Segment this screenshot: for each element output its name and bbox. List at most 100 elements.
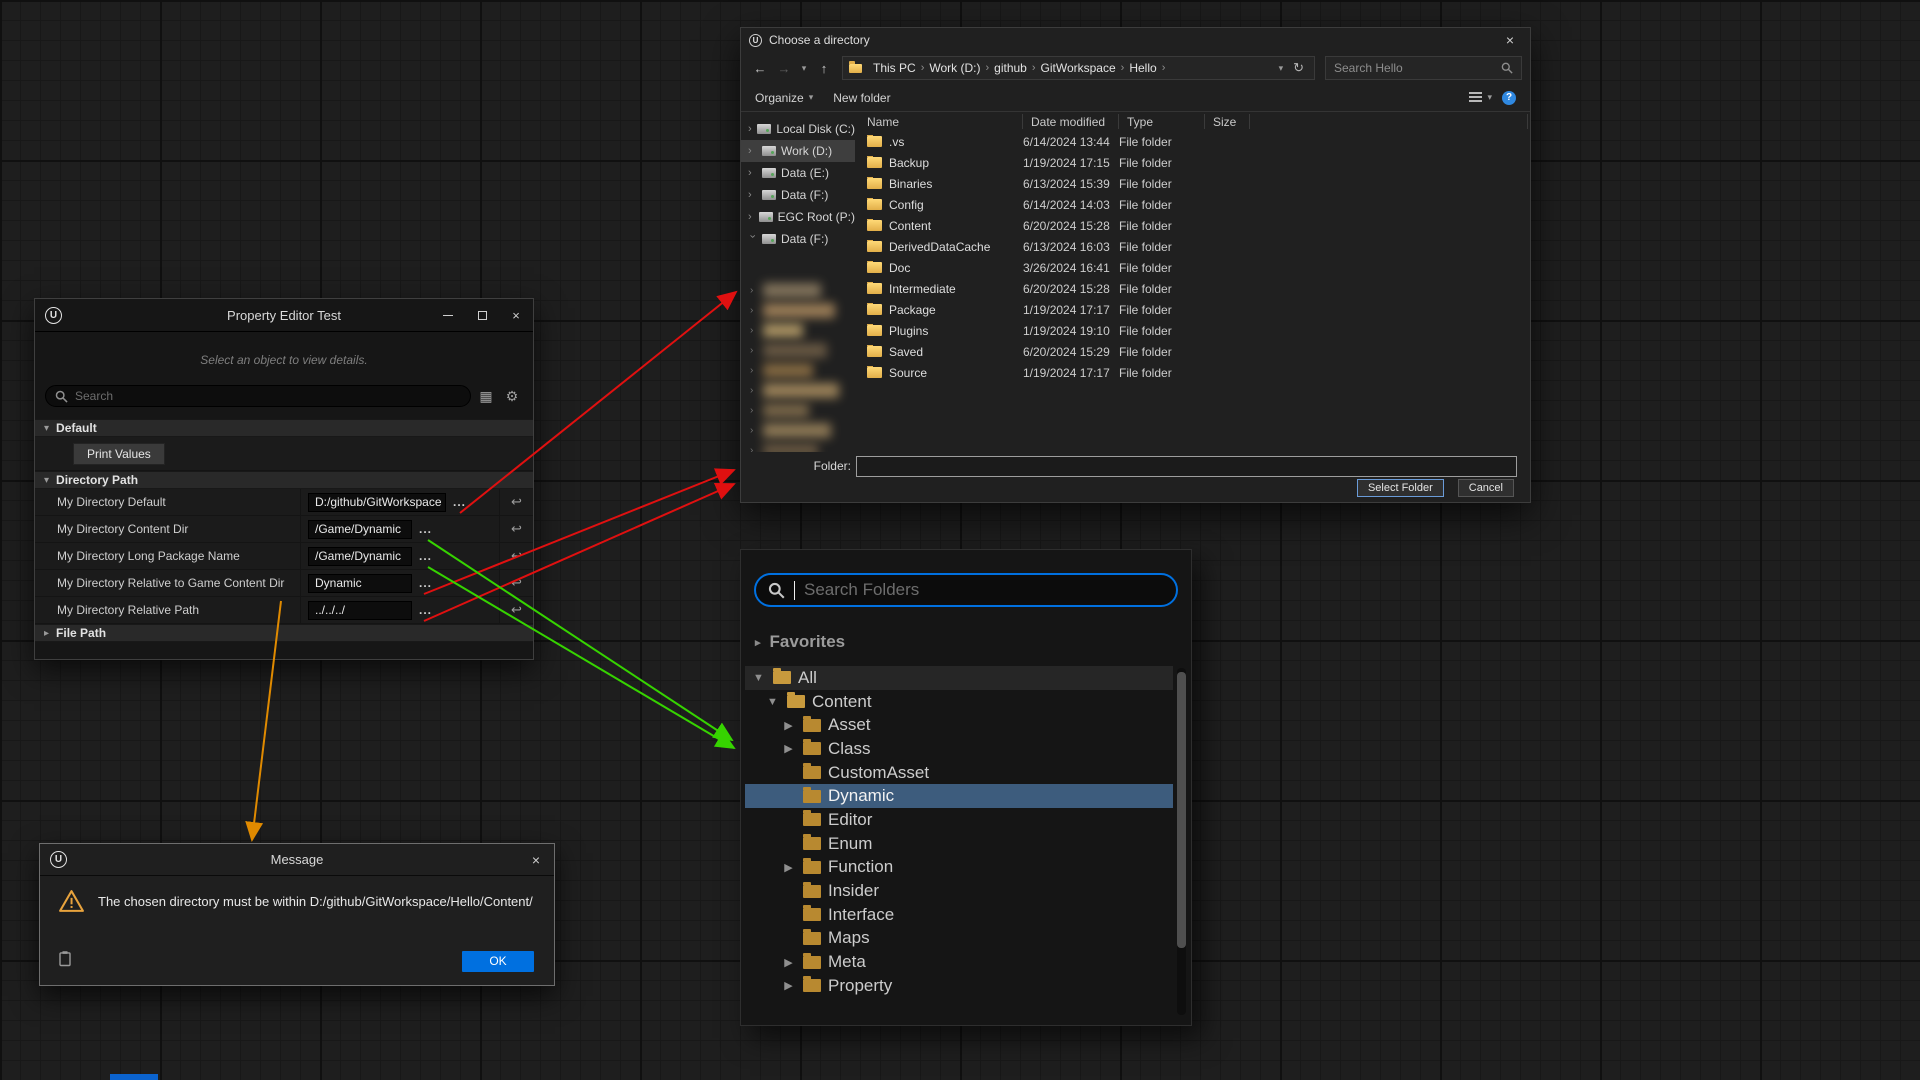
- file-row[interactable]: Plugins 1/19/2024 19:10 File folder: [859, 320, 1528, 341]
- folder-tree-item[interactable]: Editor: [745, 808, 1173, 832]
- expander-arrow-icon[interactable]: [781, 742, 796, 755]
- browse-ellipsis-button[interactable]: ...: [419, 549, 432, 563]
- file-row[interactable]: DerivedDataCache 6/13/2024 16:03 File fo…: [859, 236, 1528, 257]
- folder-name-input[interactable]: [856, 456, 1517, 477]
- column-header-date[interactable]: Date modified: [1023, 114, 1119, 129]
- breadcrumb-segment[interactable]: This PC: [868, 61, 921, 75]
- column-header-size[interactable]: Size: [1205, 114, 1250, 129]
- reset-to-default-button[interactable]: ↩: [499, 489, 533, 515]
- folder-tree-item[interactable]: All: [745, 666, 1173, 690]
- reset-to-default-button[interactable]: ↩: [499, 570, 533, 596]
- file-row[interactable]: Doc 3/26/2024 16:41 File folder: [859, 257, 1528, 278]
- maximize-button[interactable]: [465, 299, 499, 332]
- drive-item[interactable]: › Local Disk (C:): [741, 118, 855, 140]
- folder-tree-item[interactable]: Meta: [745, 950, 1173, 974]
- browse-ellipsis-button[interactable]: ...: [453, 495, 466, 509]
- expander-arrow-icon[interactable]: [781, 719, 796, 732]
- settings-button[interactable]: ⚙: [501, 388, 523, 405]
- scrollbar-thumb[interactable]: [1177, 672, 1186, 948]
- scrollbar-track[interactable]: [1177, 668, 1186, 1015]
- drive-item[interactable]: › EGC Root (P:): [741, 206, 855, 228]
- column-header-name[interactable]: Name: [859, 114, 1023, 129]
- breadcrumb-segment[interactable]: github: [989, 61, 1032, 75]
- expander-arrow-icon[interactable]: [765, 696, 780, 708]
- property-value-field[interactable]: D:/github/GitWorkspace: [308, 493, 446, 512]
- expander-chevron-icon[interactable]: ›: [748, 211, 754, 223]
- file-row[interactable]: Source 1/19/2024 17:17 File folder: [859, 362, 1528, 383]
- expander-chevron-icon[interactable]: ›: [748, 189, 757, 201]
- ok-button[interactable]: OK: [462, 951, 534, 972]
- organize-menu-button[interactable]: Organize ▾: [755, 91, 813, 105]
- breadcrumb-segment[interactable]: Hello: [1124, 61, 1161, 75]
- select-folder-button[interactable]: Select Folder: [1357, 479, 1444, 497]
- property-value-field[interactable]: ../../../: [308, 601, 412, 620]
- folder-tree-item[interactable]: Insider: [745, 879, 1173, 903]
- column-header-type[interactable]: Type: [1119, 114, 1205, 129]
- browse-ellipsis-button[interactable]: ...: [419, 576, 432, 590]
- dialog-titlebar[interactable]: U Choose a directory ×: [741, 28, 1530, 52]
- search-box[interactable]: Search Hello: [1325, 56, 1522, 80]
- file-row[interactable]: Content 6/20/2024 15:28 File folder: [859, 215, 1528, 236]
- up-button[interactable]: ↑: [813, 61, 835, 76]
- forward-button[interactable]: →: [773, 61, 795, 76]
- reset-to-default-button[interactable]: ↩: [499, 543, 533, 569]
- folder-tree-item[interactable]: Class: [745, 737, 1173, 761]
- property-value-field[interactable]: Dynamic: [308, 574, 412, 593]
- reset-to-default-button[interactable]: ↩: [499, 516, 533, 542]
- file-row[interactable]: Config 6/14/2024 14:03 File folder: [859, 194, 1528, 215]
- file-row[interactable]: Backup 1/19/2024 17:15 File folder: [859, 152, 1528, 173]
- folder-tree-item[interactable]: Enum: [745, 832, 1173, 856]
- print-values-button[interactable]: Print Values: [73, 443, 165, 465]
- drive-item[interactable]: › Data (F:): [741, 228, 855, 250]
- search-input[interactable]: Search: [45, 385, 471, 407]
- help-button[interactable]: ?: [1502, 91, 1516, 105]
- refresh-button[interactable]: ↻: [1289, 60, 1308, 76]
- expander-arrow-icon[interactable]: [751, 672, 766, 684]
- property-value-field[interactable]: /Game/Dynamic: [308, 520, 412, 539]
- file-row[interactable]: Package 1/19/2024 17:17 File folder: [859, 299, 1528, 320]
- breadcrumb-segment[interactable]: GitWorkspace: [1036, 61, 1121, 75]
- file-row[interactable]: .vs 6/14/2024 13:44 File folder: [859, 131, 1528, 152]
- expander-arrow-icon[interactable]: [781, 956, 796, 969]
- breadcrumb-segment[interactable]: Work (D:): [924, 61, 985, 75]
- expander-chevron-icon[interactable]: ›: [748, 123, 752, 135]
- address-bar[interactable]: This PC › Work (D:) › github › GitW: [842, 56, 1315, 80]
- drive-item[interactable]: › Work (D:): [741, 140, 855, 162]
- close-button[interactable]: ×: [1490, 28, 1530, 52]
- folder-tree-item[interactable]: Content: [745, 690, 1173, 714]
- browse-ellipsis-button[interactable]: ...: [419, 522, 432, 536]
- close-button[interactable]: ×: [499, 299, 533, 332]
- file-row[interactable]: Intermediate 6/20/2024 15:28 File folder: [859, 278, 1528, 299]
- property-value-field[interactable]: /Game/Dynamic: [308, 547, 412, 566]
- favorites-section[interactable]: ▸ Favorites: [755, 632, 845, 652]
- section-directory-path[interactable]: ▾ Directory Path: [35, 471, 533, 489]
- folders-search-input[interactable]: Search Folders: [754, 573, 1178, 607]
- folder-tree-item[interactable]: Maps: [745, 927, 1173, 951]
- copy-message-button[interactable]: [58, 950, 72, 972]
- folder-tree-item[interactable]: Property: [745, 974, 1173, 998]
- address-dropdown-button[interactable]: ▾: [1274, 63, 1289, 74]
- expander-arrow-icon[interactable]: [781, 861, 796, 874]
- folder-tree-item[interactable]: Function: [745, 856, 1173, 880]
- back-button[interactable]: ←: [749, 61, 771, 76]
- file-row[interactable]: Binaries 6/13/2024 15:39 File folder: [859, 173, 1528, 194]
- minimize-button[interactable]: [431, 299, 465, 332]
- property-editor-titlebar[interactable]: U Property Editor Test ×: [35, 299, 533, 332]
- display-filter-button[interactable]: ▦: [475, 388, 497, 405]
- recent-locations-button[interactable]: ▾: [797, 63, 811, 74]
- cancel-button[interactable]: Cancel: [1458, 479, 1514, 497]
- file-row[interactable]: Saved 6/20/2024 15:29 File folder: [859, 341, 1528, 362]
- close-button[interactable]: ×: [518, 844, 554, 876]
- folder-tree-item[interactable]: CustomAsset: [745, 761, 1173, 785]
- expander-chevron-icon[interactable]: ›: [748, 145, 757, 157]
- folder-tree-item[interactable]: Dynamic: [745, 784, 1173, 808]
- folder-tree-item[interactable]: Interface: [745, 903, 1173, 927]
- browse-ellipsis-button[interactable]: ...: [419, 603, 432, 617]
- drive-item[interactable]: › Data (F:): [741, 184, 855, 206]
- expander-chevron-icon[interactable]: ›: [747, 235, 759, 244]
- section-default[interactable]: ▾ Default: [35, 419, 533, 437]
- new-folder-button[interactable]: New folder: [833, 91, 890, 105]
- folder-tree-item[interactable]: Asset: [745, 713, 1173, 737]
- expander-chevron-icon[interactable]: ›: [748, 167, 757, 179]
- change-view-button[interactable]: ▾: [1469, 92, 1492, 103]
